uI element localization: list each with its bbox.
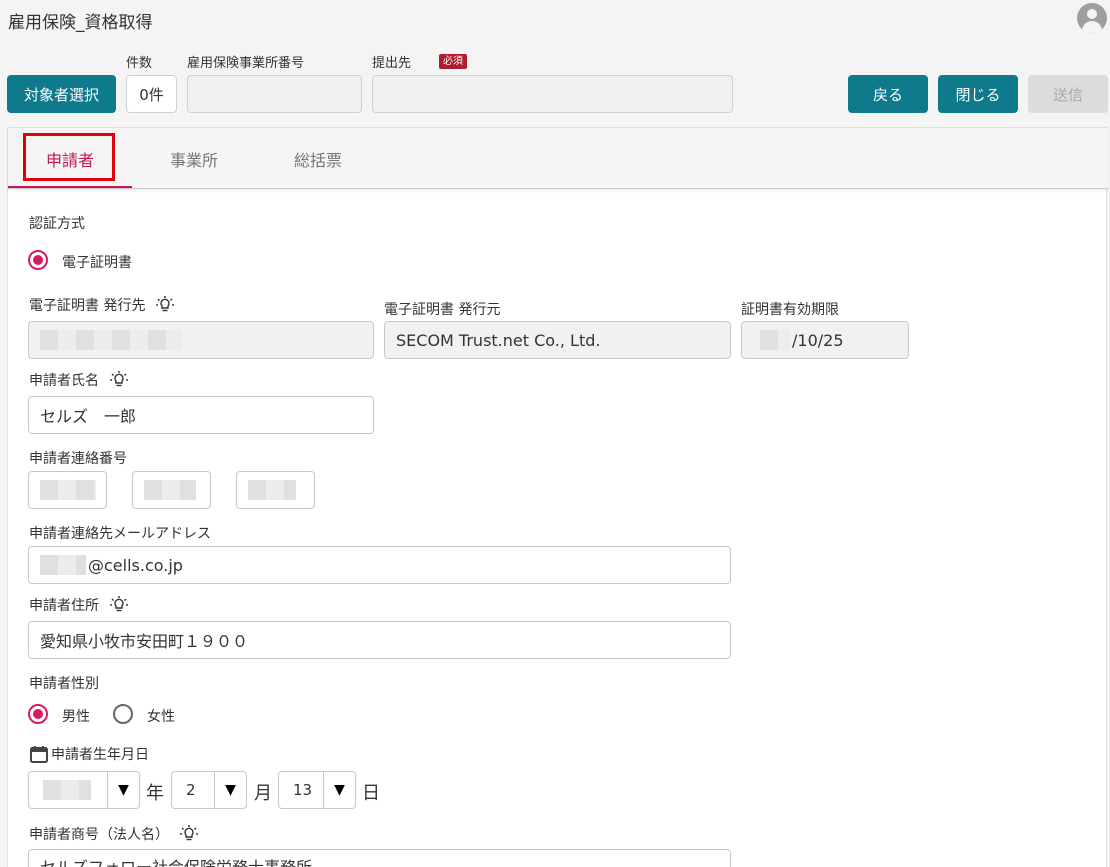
submit-to-label: 提出先 bbox=[372, 56, 412, 71]
cert-issued-to-label-row: 電子証明書 発行先 bbox=[29, 295, 175, 315]
required-badge: 必須 bbox=[439, 54, 467, 69]
birth-month-select[interactable]: 2 ▼ bbox=[171, 771, 247, 809]
back-button[interactable]: 戻る bbox=[848, 75, 928, 113]
name-input[interactable]: セルズ 一郎 bbox=[28, 396, 374, 434]
user-avatar-icon[interactable] bbox=[1077, 3, 1107, 33]
phone-input-3[interactable] bbox=[236, 471, 315, 509]
gender-label: 申請者性別 bbox=[29, 676, 99, 692]
send-button: 送信 bbox=[1028, 75, 1108, 113]
email-input[interactable]: @cells.co.jp bbox=[28, 546, 731, 584]
birth-day-select[interactable]: 13 ▼ bbox=[278, 771, 356, 809]
dropdown-arrow-icon: ▼ bbox=[107, 772, 139, 808]
gender-radio-male[interactable] bbox=[28, 704, 48, 724]
calendar-icon bbox=[30, 746, 48, 763]
auth-option-label: 電子証明書 bbox=[62, 255, 132, 271]
email-value: @cells.co.jp bbox=[88, 555, 183, 575]
lightbulb-icon[interactable] bbox=[155, 295, 175, 315]
phone-input-1[interactable] bbox=[28, 471, 107, 509]
lightbulb-icon[interactable] bbox=[109, 595, 129, 615]
trade-name-label: 申請者商号（法人名） bbox=[29, 827, 169, 843]
close-button[interactable]: 閉じる bbox=[938, 75, 1018, 113]
phone-label: 申請者連絡番号 bbox=[29, 451, 127, 467]
count-value: 0件 bbox=[126, 75, 177, 113]
birth-day-unit: 日 bbox=[362, 783, 380, 804]
office-number-label: 雇用保険事業所番号 bbox=[187, 56, 305, 71]
office-number-field[interactable] bbox=[187, 75, 362, 113]
active-tab-indicator bbox=[8, 186, 132, 188]
name-label-row: 申請者氏名 bbox=[29, 370, 129, 390]
birth-year-unit: 年 bbox=[146, 783, 164, 804]
gender-male-label: 男性 bbox=[62, 709, 90, 725]
birth-month-value: 2 bbox=[186, 781, 196, 799]
count-label: 件数 bbox=[126, 56, 153, 71]
birthdate-label-row: 申請者生年月日 bbox=[29, 744, 149, 764]
cert-expiry-field: /10/25 bbox=[741, 321, 909, 359]
tab-highlight-box bbox=[23, 133, 115, 181]
cert-issuer-field: SECOM Trust.net Co., Ltd. bbox=[384, 321, 731, 359]
gender-female-label: 女性 bbox=[147, 709, 175, 725]
birth-day-value: 13 bbox=[293, 781, 313, 799]
trade-name-input[interactable]: セルズフォロー社会保険労務士事務所 bbox=[28, 849, 731, 867]
cert-issuer-label: 電子証明書 発行元 bbox=[384, 302, 501, 318]
birthdate-label: 申請者生年月日 bbox=[51, 747, 149, 763]
auth-radio-certificate[interactable] bbox=[28, 250, 48, 270]
trade-name-value: セルズフォロー社会保険労務士事務所 bbox=[40, 854, 312, 867]
address-label: 申請者住所 bbox=[29, 598, 99, 614]
name-label: 申請者氏名 bbox=[29, 373, 99, 389]
trade-name-label-row: 申請者商号（法人名） bbox=[29, 824, 199, 844]
birth-month-unit: 月 bbox=[254, 783, 272, 804]
cert-issued-to-label: 電子証明書 発行先 bbox=[29, 298, 146, 314]
cert-expiry-value: /10/25 bbox=[792, 330, 844, 350]
gender-radio-female[interactable] bbox=[113, 704, 133, 724]
lightbulb-icon[interactable] bbox=[109, 370, 129, 390]
cert-expiry-label: 証明書有効期限 bbox=[741, 302, 839, 318]
birth-year-select[interactable]: ▼ bbox=[28, 771, 140, 809]
email-label: 申請者連絡先メールアドレス bbox=[29, 526, 211, 542]
tab-bar: 申請者 事業所 総括票 bbox=[8, 128, 1108, 189]
submit-to-field[interactable] bbox=[372, 75, 733, 113]
lightbulb-icon[interactable] bbox=[179, 824, 199, 844]
dropdown-arrow-icon: ▼ bbox=[214, 772, 246, 808]
cert-issuer-value: SECOM Trust.net Co., Ltd. bbox=[396, 330, 601, 350]
phone-input-2[interactable] bbox=[132, 471, 211, 509]
address-input[interactable]: 愛知県小牧市安田町１９００ bbox=[28, 621, 731, 659]
cert-issued-to-field bbox=[28, 321, 374, 359]
target-select-button[interactable]: 対象者選択 bbox=[7, 75, 116, 113]
address-label-row: 申請者住所 bbox=[29, 595, 129, 615]
dropdown-arrow-icon: ▼ bbox=[323, 772, 355, 808]
auth-method-label: 認証方式 bbox=[29, 216, 85, 232]
tab-office[interactable]: 事業所 bbox=[132, 128, 256, 189]
app-title: 雇用保険_資格取得 bbox=[8, 13, 153, 33]
tab-summary[interactable]: 総括票 bbox=[256, 128, 380, 189]
